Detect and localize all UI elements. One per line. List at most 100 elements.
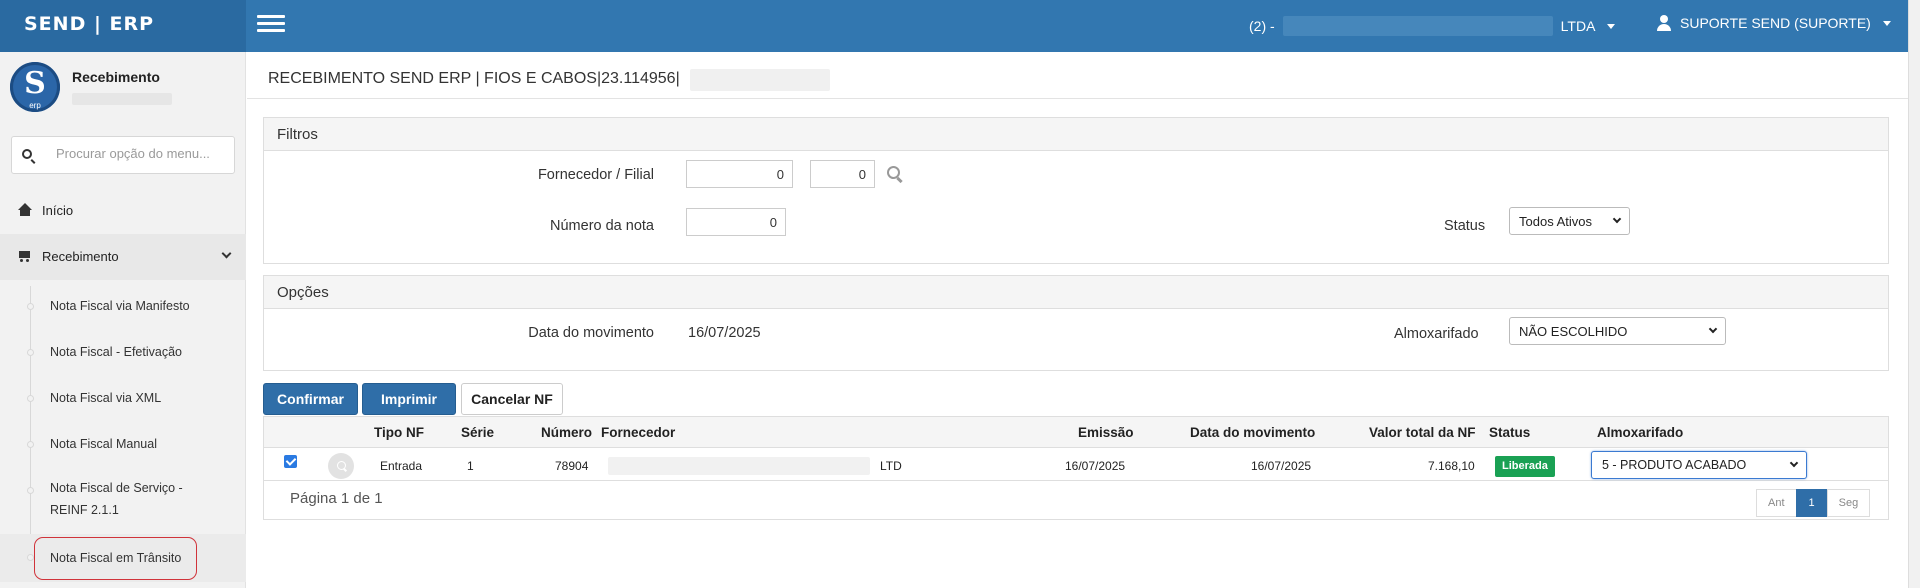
pagination-page-1[interactable]: 1 [1795, 489, 1828, 517]
tree-node-icon [27, 554, 34, 561]
data-movimento-label: Data do movimento [528, 325, 654, 341]
status-badge: Liberada [1495, 456, 1555, 477]
pagination-next[interactable]: Seg [1826, 489, 1871, 517]
submenu-item-xml[interactable]: Nota Fiscal via XML [0, 383, 246, 413]
sidebar-item-recebimento[interactable]: Recebimento [0, 234, 246, 280]
company-name-redacted [1282, 16, 1553, 36]
col-status[interactable]: Status [1489, 425, 1530, 440]
sidebar-item-label: Recebimento [42, 249, 119, 264]
cell-data-movimento: 16/07/2025 [1251, 459, 1312, 473]
page-scrollbar[interactable] [1908, 0, 1920, 588]
col-data-movimento[interactable]: Data do movimento [1190, 425, 1315, 440]
submenu-item-efetivacao[interactable]: Nota Fiscal - Efetivação [0, 337, 246, 367]
brand-logo[interactable]: SEND | ERP [0, 0, 246, 52]
row-checkbox[interactable] [284, 455, 297, 468]
col-almoxarifado[interactable]: Almoxarifado [1597, 425, 1683, 440]
fornecedor-input[interactable] [686, 160, 793, 188]
menu-search-input[interactable] [56, 146, 226, 161]
supplier-name-redacted [608, 457, 870, 475]
filters-panel: Filtros Fornecedor / Filial Número da no… [263, 117, 1889, 264]
filters-heading: Filtros [264, 118, 1888, 151]
menu-toggle-icon[interactable] [257, 15, 285, 35]
options-heading: Opções [264, 276, 1888, 309]
submenu-item-label: Nota Fiscal em Trânsito [50, 551, 182, 565]
search-icon[interactable] [887, 166, 900, 179]
caret-down-icon [1607, 23, 1616, 29]
cell-tipo: Entrada [380, 459, 423, 473]
pagination-summary: Página 1 de 1 [290, 490, 383, 507]
submenu-item-label: Nota Fiscal via Manifesto [50, 299, 190, 313]
status-select-value: Todos Ativos [1519, 214, 1592, 229]
chevron-down-icon [221, 248, 232, 259]
row-almoxarifado-value: 5 - PRODUTO ACABADO [1602, 458, 1747, 472]
submenu-item-label: Nota Fiscal - Efetivação [50, 345, 182, 359]
tree-node-icon [27, 303, 34, 310]
logo-sub: erp [29, 101, 41, 110]
sidebar-item-inicio[interactable]: Início [0, 188, 246, 234]
tree-node-icon [27, 349, 34, 356]
cell-emissao: 16/07/2025 [1065, 459, 1126, 473]
company-prefix: (2) - [1249, 18, 1275, 34]
confirm-button[interactable]: Confirmar [263, 383, 358, 415]
cell-numero: 78904 [555, 459, 589, 473]
col-fornecedor[interactable]: Fornecedor [601, 425, 675, 440]
company-suffix: LTDA [1560, 18, 1596, 34]
pagination: Ant 1 Seg [1756, 489, 1871, 517]
options-panel: Opções Data do movimento 16/07/2025 Almo… [263, 275, 1889, 371]
almoxarifado-select-value: NÃO ESCOLHIDO [1519, 324, 1628, 339]
search-icon [22, 149, 32, 159]
submenu-item-reinf[interactable]: Nota Fiscal de Serviço - REINF 2.1.1 [0, 475, 246, 521]
cell-valor: 7.168,10 [1428, 459, 1475, 473]
nf-table: Tipo NF Série Número Fornecedor Emissão … [263, 416, 1889, 520]
submenu-item-label: Nota Fiscal via XML [50, 391, 162, 405]
col-emissao[interactable]: Emissão [1078, 425, 1134, 440]
chevron-down-icon [1708, 324, 1718, 334]
table-header: Tipo NF Série Número Fornecedor Emissão … [264, 417, 1888, 448]
table-row[interactable]: Entrada 1 78904 LTD 16/07/2025 16/07/202… [264, 449, 1888, 481]
menu-search[interactable] [11, 136, 235, 174]
cell-serie: 1 [467, 459, 474, 473]
erp-logo: Serp [10, 62, 60, 112]
submenu-item-manual[interactable]: Nota Fiscal Manual [0, 429, 246, 459]
status-label: Status [1444, 218, 1486, 234]
col-serie[interactable]: Série [461, 425, 494, 440]
filial-input[interactable] [810, 160, 875, 188]
col-tipo[interactable]: Tipo NF [374, 425, 424, 440]
almoxarifado-label: Almoxarifado [1394, 326, 1479, 342]
user-menu[interactable]: SUPORTE SEND (SUPORTE) [1656, 15, 1891, 31]
top-navbar: SEND | ERP (2) - LTDA SUPORTE SEND (SUPO… [0, 0, 1920, 52]
status-select[interactable]: Todos Ativos [1509, 207, 1630, 235]
chevron-down-icon [1789, 458, 1799, 468]
submenu-item-label: Nota Fiscal de Serviço - REINF 2.1.1 [50, 481, 183, 517]
fornecedor-label: Fornecedor / Filial [537, 167, 654, 183]
view-details-icon[interactable] [328, 453, 354, 479]
home-icon [18, 203, 32, 217]
nota-label: Número da nota [550, 218, 654, 234]
logo-letter: S [24, 66, 46, 101]
cancel-nf-button[interactable]: Cancelar NF [461, 383, 563, 415]
page-title: RECEBIMENTO SEND ERP | FIOS E CABOS|23.1… [268, 70, 680, 87]
header-divider [247, 98, 1908, 99]
data-movimento-value: 16/07/2025 [688, 325, 761, 341]
sidebar-item-label: Início [42, 203, 74, 218]
col-valor[interactable]: Valor total da NF [1369, 425, 1476, 440]
company-selector[interactable]: (2) - LTDA [1249, 16, 1616, 36]
user-icon [1656, 15, 1672, 31]
profile-subtitle-redacted [72, 93, 172, 105]
col-numero[interactable]: Número [541, 425, 592, 440]
profile-title: Recebimento [72, 69, 160, 85]
print-button[interactable]: Imprimir [362, 383, 456, 415]
row-almoxarifado-select[interactable]: 5 - PRODUTO ACABADO [1591, 451, 1807, 479]
tree-node-icon [27, 395, 34, 402]
tree-node-icon [27, 441, 34, 448]
tree-node-icon [27, 487, 34, 494]
submenu-item-manifesto[interactable]: Nota Fiscal via Manifesto [0, 291, 246, 321]
almoxarifado-select[interactable]: NÃO ESCOLHIDO [1509, 317, 1726, 345]
submenu-item-transito[interactable]: Nota Fiscal em Trânsito [0, 534, 246, 582]
nota-input[interactable] [686, 208, 786, 236]
user-name: SUPORTE SEND (SUPORTE) [1680, 15, 1871, 31]
cell-fornecedor-suffix: LTD [880, 459, 902, 473]
cart-icon [18, 249, 32, 263]
pagination-prev[interactable]: Ant [1756, 489, 1797, 517]
submenu-item-label: Nota Fiscal Manual [50, 437, 157, 451]
